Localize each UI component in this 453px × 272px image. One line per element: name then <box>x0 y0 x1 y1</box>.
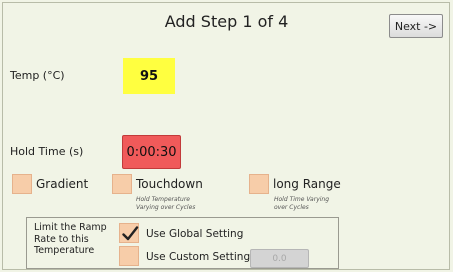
long-range-label: long Range <box>273 177 341 191</box>
gradient-checkbox[interactable] <box>12 174 32 194</box>
hold-time-label: Hold Time (s) <box>10 145 84 158</box>
long-range-checkbox[interactable] <box>249 174 269 194</box>
use-custom-setting-checkbox[interactable] <box>119 246 139 266</box>
long-range-subtext: Hold Time Varying over Cycles <box>274 196 330 211</box>
hold-time-value-field[interactable]: 0:00:30 <box>122 135 181 169</box>
touchdown-checkbox[interactable] <box>112 174 132 194</box>
checkmark-icon <box>122 226 139 241</box>
temp-value-field[interactable]: 95 <box>123 58 175 94</box>
touchdown-label: Touchdown <box>136 177 203 191</box>
custom-ramp-rate-button[interactable]: 0.0 <box>250 249 309 268</box>
touchdown-subtext: Hold Temperature Varying over Cycles <box>136 196 196 211</box>
next-button[interactable]: Next -> <box>389 14 443 38</box>
ramp-rate-label: Limit the Ramp Rate to this Temperature <box>34 222 107 256</box>
page-title: Add Step 1 of 4 <box>164 12 289 31</box>
gradient-label: Gradient <box>36 177 89 191</box>
use-global-setting-checkbox[interactable] <box>119 223 139 243</box>
use-global-setting-label: Use Global Setting <box>146 228 244 240</box>
use-custom-setting-label: Use Custom Setting <box>146 251 251 263</box>
temp-label: Temp (°C) <box>10 69 65 82</box>
